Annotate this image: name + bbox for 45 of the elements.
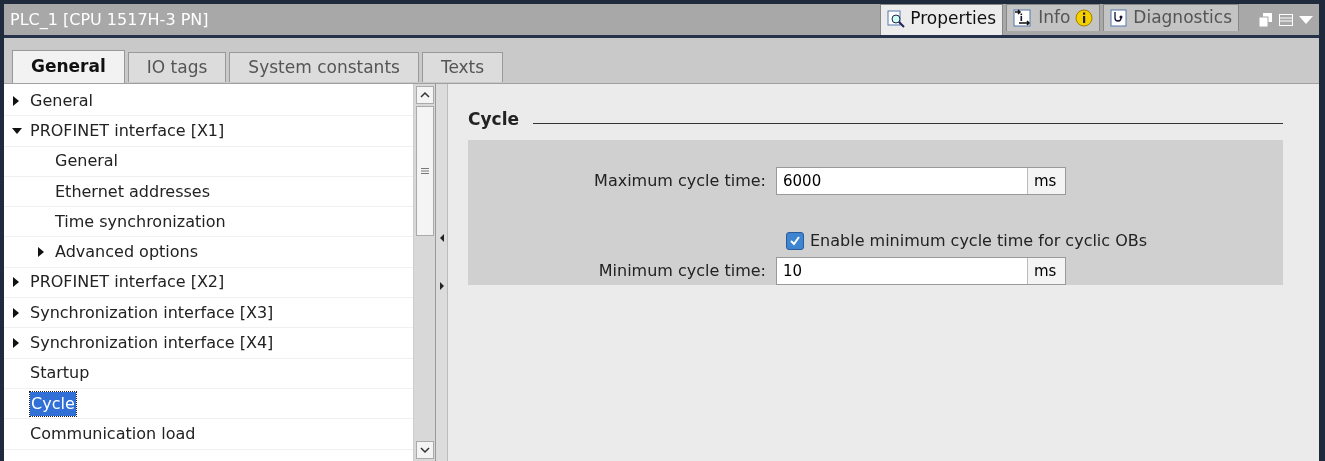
checkmark-icon	[789, 235, 801, 247]
window-title: PLC_1 [CPU 1517H-3 PN]	[10, 8, 210, 31]
section-title: Cycle	[468, 108, 519, 132]
field-label: Minimum cycle time:	[597, 260, 767, 282]
expand-caret-icon[interactable]	[12, 277, 20, 288]
tab[interactable]: General	[12, 50, 125, 83]
tree-item[interactable]: Advanced options	[55, 240, 199, 265]
unit-label: ms	[1027, 258, 1065, 284]
scroll-up-icon[interactable]	[415, 86, 434, 104]
expand-caret-icon[interactable]	[37, 247, 45, 258]
collapse-caret-icon[interactable]	[12, 126, 22, 135]
stethoscope-icon	[1110, 9, 1129, 27]
tree-item[interactable]: Startup	[30, 361, 90, 386]
expand-right-icon[interactable]	[438, 282, 445, 290]
scroll-down-icon[interactable]	[415, 441, 434, 459]
magnifier-icon	[887, 9, 906, 28]
field-label: Maximum cycle time:	[593, 170, 767, 192]
tree-item[interactable]: PROFINET interface [X2]	[30, 270, 225, 295]
tree-item[interactable]: Communication load	[30, 421, 196, 446]
unit-label: ms	[1027, 168, 1065, 194]
expand-caret-icon[interactable]	[12, 95, 20, 106]
expand-caret-icon[interactable]	[12, 307, 20, 318]
checkbox-label: Enable minimum cycle time for cyclic OBs	[810, 230, 1148, 252]
input-field[interactable]: 10 ms	[776, 257, 1066, 285]
checkbox[interactable]	[786, 232, 804, 250]
expand-caret-icon[interactable]	[12, 338, 20, 348]
info-arrows-icon	[1013, 9, 1034, 27]
tree-item[interactable]: Ethernet addresses	[55, 179, 211, 204]
scroll-thumb[interactable]	[415, 106, 434, 236]
collapse-left-icon[interactable]	[438, 234, 445, 242]
tree-item[interactable]: Cycle	[30, 391, 76, 416]
tab[interactable]: IO tags	[127, 52, 227, 82]
tree-item[interactable]: General	[30, 88, 94, 113]
tree-item[interactable]: General	[55, 149, 119, 174]
inspector-tab[interactable]: Info	[1006, 4, 1101, 31]
tab[interactable]: Texts	[421, 52, 504, 82]
inspector-tab[interactable]: Diagnostics	[1103, 4, 1239, 31]
tab[interactable]: System constants	[229, 52, 419, 82]
tree-item[interactable]: Time synchronization	[55, 209, 226, 234]
inspector-tab[interactable]: Properties	[880, 4, 1004, 35]
input-field[interactable]: 6000 ms	[776, 167, 1066, 195]
tree-item[interactable]: Synchronization interface [X4]	[30, 331, 274, 355]
tree-item[interactable]: PROFINET interface [X1]	[30, 118, 225, 143]
scrollbar[interactable]	[413, 84, 435, 461]
tree-item[interactable]: Synchronization interface [X3]	[30, 300, 274, 325]
